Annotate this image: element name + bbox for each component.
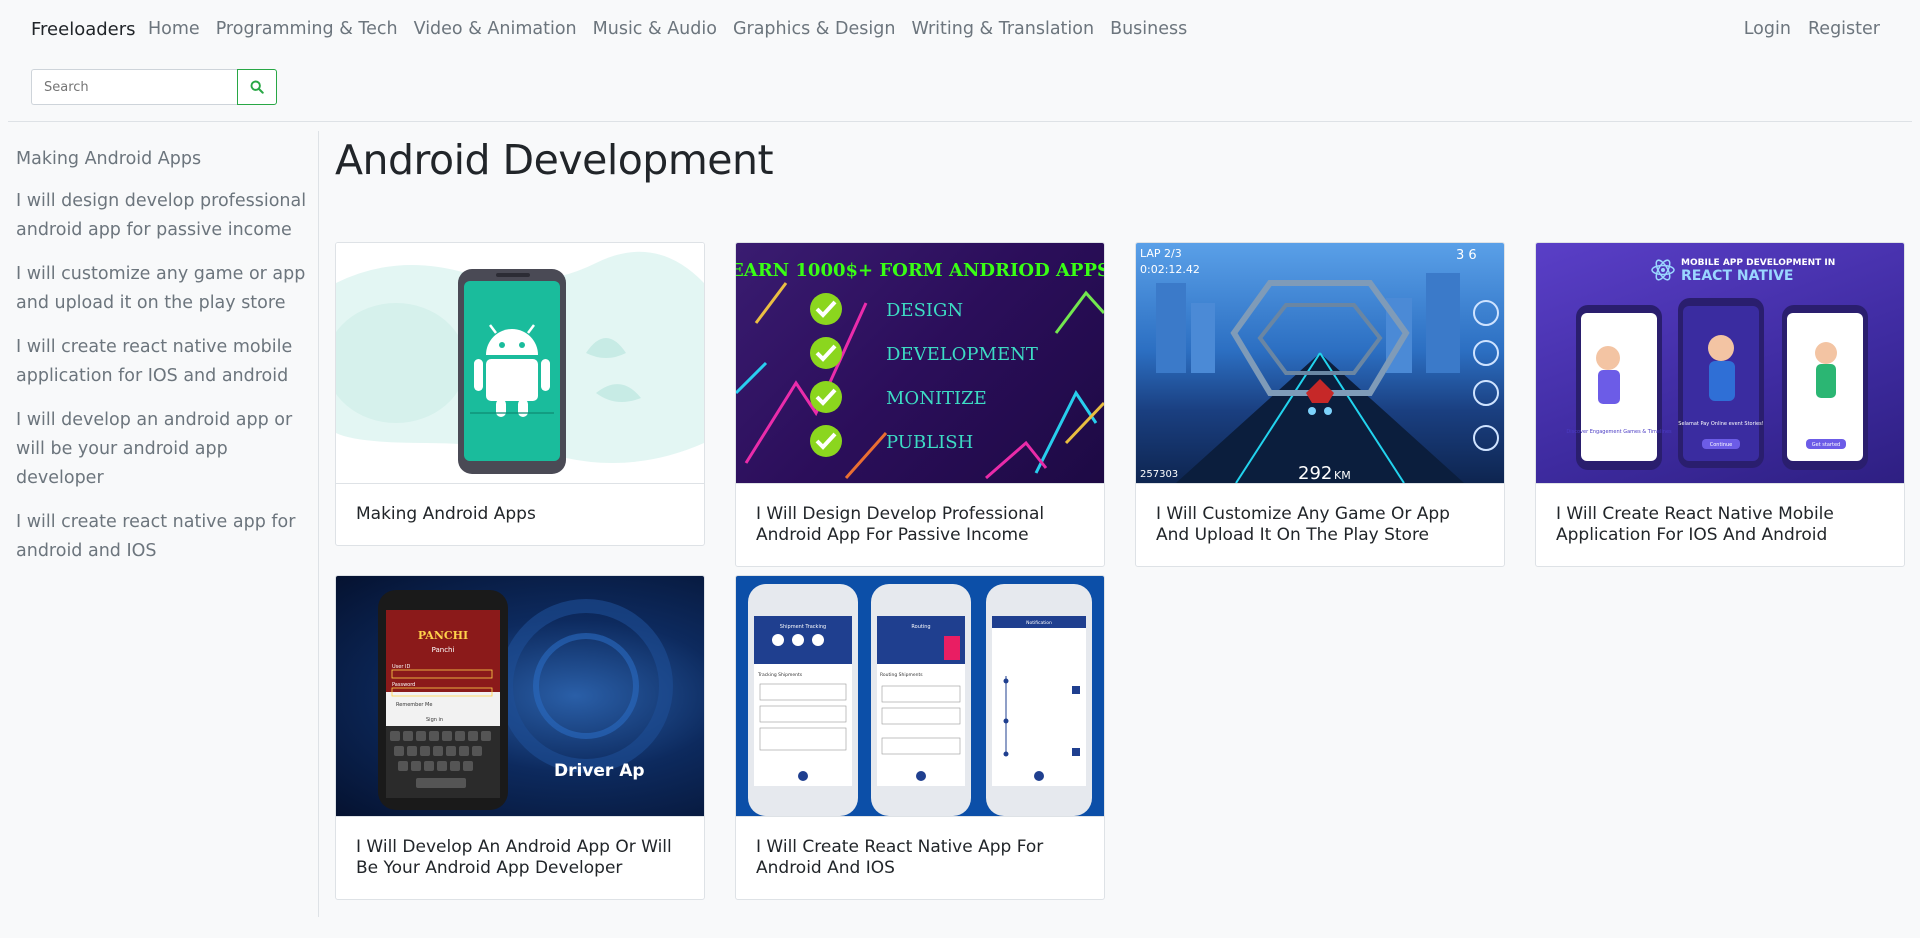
earn-headline: EARN 1000$+ FORM ANDRIOD APPS: [736, 260, 1104, 281]
svg-text:0:02:12.42: 0:02:12.42: [1140, 263, 1200, 276]
svg-text:3 6: 3 6: [1456, 248, 1477, 263]
svg-text:257303: 257303: [1140, 469, 1178, 480]
svg-text:PUBLISH: PUBLISH: [886, 432, 973, 453]
nav-link-home[interactable]: Home: [148, 19, 200, 39]
svg-text:Notification: Notification: [1026, 620, 1052, 626]
react-icon: [1651, 259, 1675, 281]
svg-text:Continue: Continue: [1710, 442, 1732, 448]
card-title[interactable]: I Will Customize Any Game Or App And Upl…: [1156, 504, 1484, 546]
svg-text:Shipment Tracking: Shipment Tracking: [780, 624, 826, 630]
nav-link-music-audio[interactable]: Music & Audio: [593, 19, 717, 39]
card-image-android: [336, 243, 704, 483]
sidebar-item-design-develop[interactable]: I will design develop professional andro…: [16, 187, 310, 245]
svg-text:Get started: Get started: [1812, 442, 1840, 448]
svg-text:Selamat Pay Online event Stori: Selamat Pay Online event Stories!: [1678, 421, 1763, 427]
card-title[interactable]: Making Android Apps: [356, 504, 684, 525]
svg-text:Discover Engagement Games & Ti: Discover Engagement Games & Timelines: [1566, 429, 1672, 435]
checklist: DESIGN DEVELOPMENT MONITIZE PUBLISH: [810, 293, 1038, 457]
search-input[interactable]: [31, 69, 237, 105]
register-link[interactable]: Register: [1808, 19, 1880, 39]
driver-app-text: Driver Ap: [554, 761, 645, 781]
svg-text:Panchi: Panchi: [432, 646, 455, 654]
card-image-driver-app: PANCHI Panchi User ID Password Remember …: [336, 576, 704, 816]
card-title[interactable]: I Will Develop An Android App Or Will Be…: [356, 837, 684, 879]
card-body: I Will Customize Any Game Or App And Upl…: [1136, 483, 1504, 566]
gig-card[interactable]: EARN 1000$+ FORM ANDRIOD APPS DESIGN DEV…: [735, 242, 1105, 567]
gig-card[interactable]: LAP 2/3 0:02:12.42 3 6 257303 292 KM I W…: [1135, 242, 1505, 567]
card-title[interactable]: I Will Create React Native Mobile Applic…: [1556, 504, 1884, 546]
sidebar-item-react-native-app[interactable]: I will create react native app for andro…: [16, 508, 310, 566]
sidebar-item-react-native-mobile[interactable]: I will create react native mobile applic…: [16, 333, 310, 391]
card-image-react-native: MOBILE APP DEVELOPMENT IN REACT NATIVE D…: [1536, 243, 1904, 483]
svg-text:Routing: Routing: [911, 624, 930, 630]
sidebar-item-android-developer[interactable]: I will develop an android app or will be…: [16, 406, 310, 493]
svg-text:Routing Shipments: Routing Shipments: [880, 672, 923, 678]
page-title: Android Development: [335, 136, 774, 184]
svg-text:292: 292: [1298, 463, 1332, 483]
sidebar-item-making-android-apps[interactable]: Making Android Apps: [16, 145, 310, 174]
gig-card[interactable]: Shipment Tracking Tracking Shipments Rou…: [735, 575, 1105, 900]
svg-text:LAP 2/3: LAP 2/3: [1140, 247, 1182, 260]
nav-link-writing-translation[interactable]: Writing & Translation: [911, 19, 1094, 39]
card-title[interactable]: I Will Create React Native App For Andro…: [756, 837, 1084, 879]
gig-card[interactable]: PANCHI Panchi User ID Password Remember …: [335, 575, 705, 900]
search-form: [31, 69, 277, 105]
svg-text:DEVELOPMENT: DEVELOPMENT: [886, 344, 1038, 365]
card-image-earn: EARN 1000$+ FORM ANDRIOD APPS DESIGN DEV…: [736, 243, 1104, 483]
nav-links: Home Programming & Tech Video & Animatio…: [148, 19, 1203, 39]
svg-text:REACT NATIVE: REACT NATIVE: [1681, 268, 1794, 284]
svg-text:Tracking Shipments: Tracking Shipments: [757, 672, 803, 678]
navbar: Freeloaders Home Programming & Tech Vide…: [0, 0, 1920, 60]
svg-text:PANCHI: PANCHI: [418, 629, 468, 642]
card-body: I Will Create React Native App For Andro…: [736, 816, 1104, 899]
nav-link-graphics-design[interactable]: Graphics & Design: [733, 19, 895, 39]
svg-text:MONITIZE: MONITIZE: [886, 388, 987, 409]
gig-card[interactable]: Making Android Apps: [335, 242, 705, 546]
nav-link-programming-tech[interactable]: Programming & Tech: [216, 19, 398, 39]
search-button[interactable]: [237, 69, 277, 105]
card-image-racing-game: LAP 2/3 0:02:12.42 3 6 257303 292 KM: [1136, 243, 1504, 483]
nav-link-video-animation[interactable]: Video & Animation: [414, 19, 577, 39]
sidebar: Making Android Apps I will design develo…: [8, 131, 319, 917]
header-divider: [8, 121, 1912, 122]
svg-text:KM: KM: [1334, 469, 1351, 482]
auth-links: Login Register: [1727, 19, 1880, 39]
gig-card[interactable]: MOBILE APP DEVELOPMENT IN REACT NATIVE D…: [1535, 242, 1905, 567]
brand-link[interactable]: Freeloaders: [31, 19, 136, 40]
svg-text:Password: Password: [392, 682, 415, 688]
nav-link-business[interactable]: Business: [1110, 19, 1187, 39]
svg-text:Sign in: Sign in: [426, 717, 443, 723]
svg-text:Remember Me: Remember Me: [396, 702, 432, 708]
card-body: I Will Design Develop Professional Andro…: [736, 483, 1104, 566]
svg-text:DESIGN: DESIGN: [886, 300, 963, 321]
svg-text:MOBILE APP DEVELOPMENT IN: MOBILE APP DEVELOPMENT IN: [1681, 258, 1835, 268]
svg-text:User ID: User ID: [392, 664, 410, 670]
card-image-shipment-app: Shipment Tracking Tracking Shipments Rou…: [736, 576, 1104, 816]
card-body: I Will Develop An Android App Or Will Be…: [336, 816, 704, 899]
search-icon: [250, 80, 264, 94]
sidebar-item-customize-game[interactable]: I will customize any game or app and upl…: [16, 260, 310, 318]
card-body: I Will Create React Native Mobile Applic…: [1536, 483, 1904, 566]
card-title[interactable]: I Will Design Develop Professional Andro…: [756, 504, 1084, 546]
login-link[interactable]: Login: [1744, 19, 1791, 39]
card-body: Making Android Apps: [336, 483, 704, 545]
